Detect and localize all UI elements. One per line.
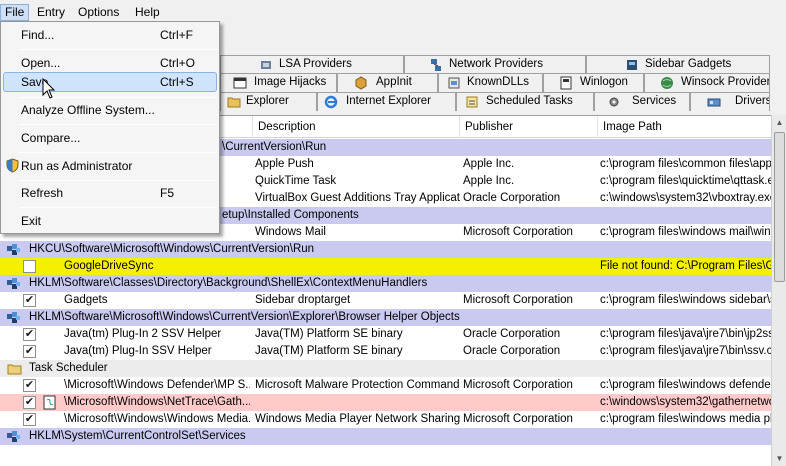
- appinit-icon: [355, 76, 367, 90]
- menu-help[interactable]: Help: [131, 4, 164, 21]
- network-icon: [431, 59, 441, 71]
- tab-explorer[interactable]: Explorer: [220, 92, 317, 111]
- tab-appinit[interactable]: AppInit: [337, 73, 438, 92]
- menu-item-exit[interactable]: Exit: [3, 211, 217, 231]
- registry-icon: [7, 278, 20, 289]
- group-row[interactable]: HKLM\System\CurrentControlSet\Services: [0, 428, 771, 445]
- entry-checkbox[interactable]: ✔: [23, 413, 36, 426]
- folder-icon: [7, 364, 22, 375]
- tab-image-hijacks[interactable]: Image Hijacks: [220, 73, 337, 92]
- menu-item-open[interactable]: Open... Ctrl+O: [3, 53, 217, 73]
- entry-checkbox[interactable]: ✔: [23, 379, 36, 392]
- entry-checkbox[interactable]: ✔: [23, 294, 36, 307]
- table-row[interactable]: ✔ Gadgets Sidebar droptarget Microsoft C…: [0, 292, 771, 309]
- entry-checkbox[interactable]: ✔: [23, 345, 36, 358]
- table-row[interactable]: ✔ Java(tm) Plug-In 2 SSV Helper Java(TM)…: [0, 326, 771, 343]
- menu-item-analyze-offline[interactable]: Analyze Offline System...: [3, 100, 217, 120]
- task-icon: [466, 96, 478, 108]
- entry-checkbox[interactable]: ✔: [23, 328, 36, 341]
- menu-separator: [19, 180, 217, 181]
- tab-winsock-providers[interactable]: Winsock Providers: [644, 73, 770, 92]
- group-row[interactable]: Task Scheduler: [0, 360, 771, 377]
- tab-scheduled-tasks[interactable]: Scheduled Tasks: [456, 92, 594, 111]
- table-row[interactable]: GoogleDriveSync File not found: C:\Progr…: [0, 258, 771, 275]
- menu-options[interactable]: Options: [74, 4, 123, 21]
- entry-checkbox[interactable]: ✔: [23, 396, 36, 409]
- ie-icon: [324, 95, 338, 109]
- winlogon-icon: [560, 76, 572, 90]
- table-row[interactable]: ✔ \Microsoft\Windows\NetTrace\Gath... c:…: [0, 394, 771, 411]
- registry-icon: [7, 244, 20, 255]
- file-menu-dropdown: Find... Ctrl+F Open... Ctrl+O Save Ctrl+…: [0, 21, 220, 234]
- tab-drivers[interactable]: Drivers: [690, 92, 770, 111]
- folder-icon: [227, 97, 241, 108]
- dll-icon: [448, 77, 460, 89]
- registry-icon: [7, 431, 20, 442]
- group-row[interactable]: HKCU\Software\Microsoft\Windows\CurrentV…: [0, 241, 771, 258]
- menu-item-refresh[interactable]: Refresh F5: [3, 183, 217, 203]
- menu-item-compare[interactable]: Compare...: [3, 128, 217, 148]
- menu-item-find[interactable]: Find... Ctrl+F: [3, 25, 217, 45]
- lsa-icon: [261, 61, 271, 69]
- driver-icon: [707, 98, 721, 107]
- menu-separator: [19, 124, 217, 125]
- entry-checkbox[interactable]: [23, 260, 36, 273]
- gears-icon: [609, 97, 619, 107]
- vertical-scrollbar[interactable]: ▲ ▼: [771, 115, 786, 466]
- mouse-cursor-icon: [42, 78, 56, 99]
- scroll-thumb[interactable]: [774, 132, 785, 282]
- tab-services[interactable]: Services: [594, 92, 690, 111]
- menu-separator: [19, 207, 217, 208]
- script-icon: [43, 395, 56, 410]
- group-row[interactable]: HKLM\Software\Microsoft\Windows\CurrentV…: [0, 309, 771, 326]
- gadget-icon: [627, 60, 637, 70]
- tab-sidebar-gadgets[interactable]: Sidebar Gadgets: [586, 55, 770, 74]
- shield-icon: [6, 158, 19, 173]
- tab-internet-explorer[interactable]: Internet Explorer: [317, 92, 456, 111]
- menu-separator: [19, 49, 217, 50]
- tab-lsa-providers[interactable]: LSA Providers: [220, 55, 404, 74]
- column-publisher[interactable]: Publisher: [460, 116, 598, 138]
- tab-network-providers[interactable]: Network Providers: [404, 55, 586, 74]
- column-description[interactable]: Description: [253, 116, 460, 138]
- tab-knowndlls[interactable]: KnownDLLs: [438, 73, 543, 92]
- menu-entry[interactable]: Entry: [33, 4, 69, 21]
- column-image-path[interactable]: Image Path: [598, 116, 771, 138]
- table-row[interactable]: ✔ \Microsoft\Windows\Windows Media... Wi…: [0, 411, 771, 428]
- registry-icon: [7, 312, 20, 323]
- globe-icon: [661, 77, 673, 89]
- menu-file[interactable]: File: [0, 4, 30, 21]
- tab-winlogon[interactable]: Winlogon: [543, 73, 644, 92]
- menu-item-save[interactable]: Save Ctrl+S: [3, 72, 217, 92]
- menu-separator: [19, 152, 217, 153]
- menu-item-run-as-admin[interactable]: Run as Administrator: [3, 156, 217, 176]
- window-icon: [233, 77, 247, 89]
- table-row[interactable]: ✔ \Microsoft\Windows Defender\MP S... Mi…: [0, 377, 771, 394]
- scroll-down-icon[interactable]: ▼: [772, 451, 786, 466]
- table-row[interactable]: ✔ Java(tm) Plug-In SSV Helper Java(TM) P…: [0, 343, 771, 360]
- group-row[interactable]: HKLM\Software\Classes\Directory\Backgrou…: [0, 275, 771, 292]
- scroll-up-icon[interactable]: ▲: [772, 115, 786, 130]
